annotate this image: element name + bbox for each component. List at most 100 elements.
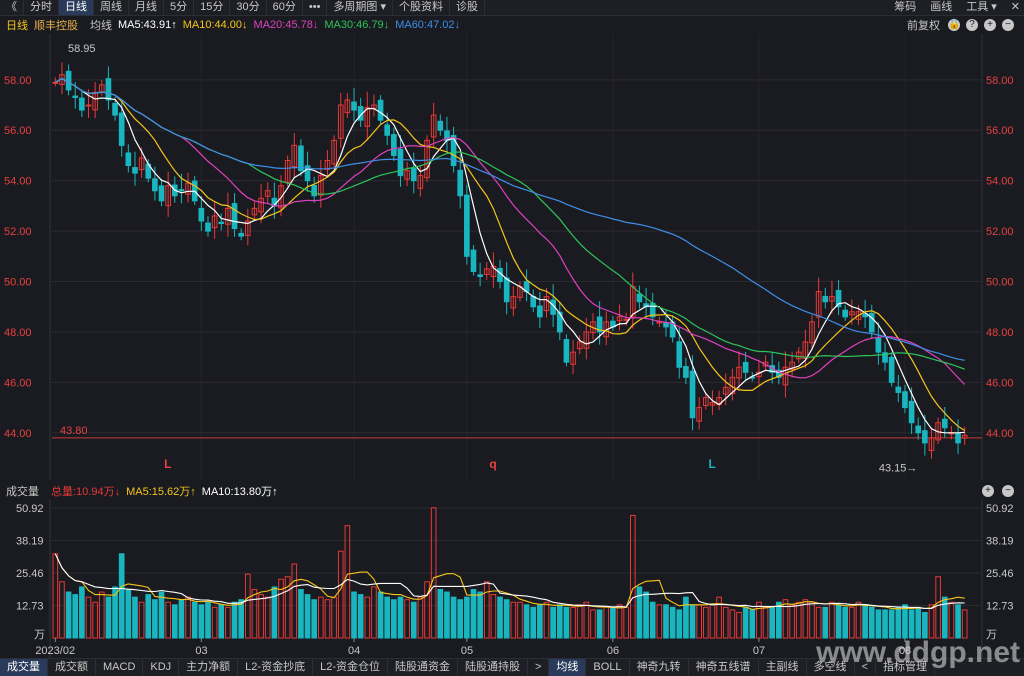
volume-bar — [125, 588, 132, 639]
period-tab[interactable]: 15分 — [194, 0, 231, 15]
volume-bar — [377, 591, 384, 639]
volume-bar — [271, 586, 278, 639]
period-tab[interactable]: 周线 — [94, 0, 129, 15]
indicator-tab[interactable]: > — [528, 659, 550, 676]
window-controls[interactable]: ✕ — [1011, 0, 1020, 15]
candle-body — [922, 430, 928, 444]
volume-bar — [384, 596, 391, 639]
volume-bar — [198, 604, 205, 639]
volume-bar — [868, 606, 875, 639]
volume-bar — [530, 606, 537, 639]
period-tab[interactable]: 5分 — [164, 0, 195, 15]
indicator-tab[interactable]: 主力净额 — [179, 659, 239, 676]
volume-bar — [304, 594, 311, 639]
volume-bar — [437, 588, 444, 639]
ma20-value: MA20:45.78↓ — [253, 19, 319, 31]
period-tab[interactable]: 日线 — [59, 0, 94, 15]
volume-bar — [497, 596, 503, 639]
ma-legend: 日线 顺丰控股 均线 MA5:43.91↑ MA10:44.00↓ MA20:4… — [0, 16, 1024, 34]
price-tick-label: 50.00 — [4, 277, 32, 289]
volume-title[interactable]: 成交量 — [6, 483, 39, 499]
volume-bar — [298, 588, 304, 639]
question-icon[interactable]: ? — [966, 19, 978, 31]
volume-chart[interactable]: 50.92 50.92 38.19 38.19 25.46 25.46 12.73 12.73… — [0, 500, 1024, 658]
tools-button[interactable]: 工具 ▾ — [966, 0, 997, 15]
volume-bar — [842, 606, 849, 639]
candle-body — [955, 432, 961, 444]
x-tick-label: 07 — [753, 645, 765, 657]
candle-body — [537, 305, 543, 318]
indicator-tab[interactable]: BOLL — [586, 659, 630, 676]
volume-bar — [550, 606, 556, 639]
period-tab[interactable]: 个股资料 — [393, 0, 451, 15]
indicator-tab[interactable]: 陆股通资金 — [388, 659, 458, 676]
volume-bar — [908, 609, 915, 639]
period-tab[interactable]: 30分 — [230, 0, 267, 15]
volume-bar — [875, 609, 882, 639]
price-chart[interactable]: 58.00 58.00 56.00 56.00 54.00 54.00 52.00 52.00… — [0, 34, 1024, 480]
indicator-tab[interactable]: L2-资金仓位 — [313, 659, 388, 676]
indicator-tab[interactable]: 神奇五线谱 — [689, 659, 759, 676]
back-button[interactable]: 《 — [0, 0, 24, 15]
ma5-value: MA5:43.91↑ — [118, 19, 177, 31]
candle-body — [902, 391, 908, 409]
zoom-in-icon[interactable]: + — [982, 485, 994, 497]
indicator-tab[interactable]: MACD — [96, 659, 144, 676]
chips-button[interactable]: 筹码 — [894, 0, 916, 15]
reference-label: 43.80 — [60, 425, 88, 437]
volume-bar — [397, 596, 404, 639]
indicator-tab[interactable]: 成交量 — [0, 659, 48, 676]
volume-bar — [663, 604, 669, 639]
stock-name[interactable]: 顺丰控股 — [34, 17, 78, 33]
lock-icon[interactable]: 🔒 — [948, 19, 960, 31]
volume-bar — [311, 599, 318, 639]
price-tick-label: 50.00 — [986, 277, 1014, 289]
indicator-tab[interactable]: 陆股通持股 — [458, 659, 528, 676]
volume-bar — [152, 599, 158, 639]
candle-body — [351, 101, 357, 111]
period-tab[interactable]: 分时 — [24, 0, 59, 15]
candle-body — [231, 203, 238, 230]
ma-label[interactable]: 均线 — [90, 17, 112, 33]
volume-tick-label: 38.19 — [986, 536, 1014, 548]
ma60-value: MA60:47.02↓ — [395, 19, 461, 31]
x-tick-label: 04 — [348, 645, 360, 657]
x-tick-label: 2023/02 — [35, 645, 75, 657]
drawing-button[interactable]: 画线 — [930, 0, 952, 15]
candle-body — [311, 184, 318, 197]
period-tab[interactable]: 多周期图 ▾ — [327, 0, 394, 15]
volume-bar — [72, 594, 79, 639]
adjust-label[interactable]: 前复权 — [907, 17, 940, 33]
candle-body — [941, 418, 948, 429]
indicator-tab[interactable]: 神奇九转 — [630, 659, 689, 676]
x-tick-label: 05 — [461, 645, 473, 657]
period-tab[interactable]: 月线 — [129, 0, 164, 15]
zoom-out-icon[interactable]: − — [1002, 485, 1014, 497]
volume-bar — [649, 601, 656, 639]
period-tab[interactable]: 60分 — [267, 0, 303, 15]
period-tab[interactable]: ••• — [303, 0, 328, 15]
price-tick-label: 48.00 — [4, 327, 32, 339]
indicator-tab[interactable]: L2-资金抄底 — [238, 659, 314, 676]
volume-bar — [776, 601, 782, 639]
zoom-in-icon[interactable]: + — [984, 19, 996, 31]
indicator-tab[interactable]: 均线 — [549, 659, 587, 676]
indicator-tab[interactable]: KDJ — [143, 659, 180, 676]
zoom-out-icon[interactable]: − — [1002, 19, 1014, 31]
candle-body — [915, 425, 922, 434]
candle-body — [377, 99, 384, 121]
volume-bar — [65, 591, 72, 639]
candle-body — [437, 120, 444, 131]
period-tab[interactable]: 诊股 — [450, 0, 486, 15]
indicator-tab[interactable]: 主副线 — [759, 659, 807, 676]
volume-bar — [689, 604, 696, 639]
volume-bar — [132, 596, 138, 639]
volume-bar — [218, 604, 225, 639]
candle-body — [198, 207, 205, 222]
candle-body — [457, 169, 464, 197]
indicator-tab[interactable]: 成交额 — [48, 659, 96, 676]
candle-body — [85, 104, 92, 107]
volume-bar — [464, 596, 470, 639]
volume-bar — [596, 609, 603, 639]
price-tick-label: 56.00 — [4, 125, 32, 137]
